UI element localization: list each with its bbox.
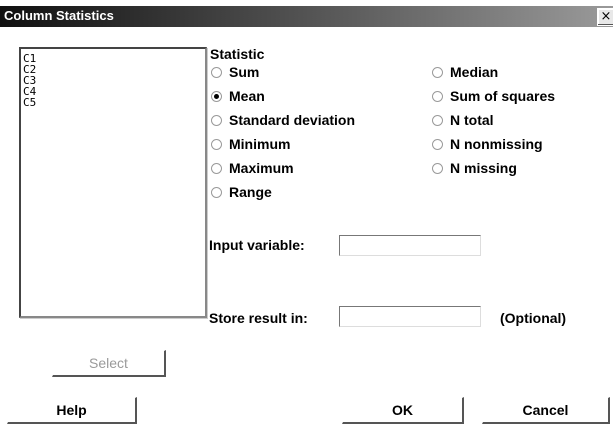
radio-range[interactable]: Range [211,184,272,200]
list-item[interactable]: C2 [21,64,205,75]
store-result-label: Store result in: [209,310,308,326]
radio-minimum[interactable]: Minimum [211,136,290,152]
radio-label: Standard deviation [229,112,356,128]
radio-button[interactable] [432,66,443,78]
radio-label: Maximum [229,160,294,176]
input-variable-field[interactable] [339,235,481,256]
radio-mean[interactable]: Mean [211,88,265,104]
list-item[interactable]: C5 [21,97,205,108]
radio-maximum[interactable]: Maximum [211,160,294,176]
statistic-heading: Statistic [210,46,265,62]
select-button[interactable]: Select [52,350,166,377]
columns-listbox[interactable]: C1 C2 C3 C4 C5 [19,47,207,318]
input-variable-label: Input variable: [209,237,305,253]
optional-hint: (Optional) [500,310,567,326]
close-icon: × [600,9,612,24]
list-item[interactable]: C4 [21,86,205,97]
radio-button[interactable] [211,138,222,150]
radio-label: Mean [229,88,265,104]
radio-button[interactable] [211,162,222,174]
list-item[interactable]: C3 [21,75,205,86]
store-result-field[interactable] [339,306,481,327]
help-button[interactable]: Help [7,397,137,424]
cancel-button[interactable]: Cancel [482,397,610,424]
radio-button[interactable] [211,114,222,126]
title-bar[interactable]: Column Statistics × [0,6,613,27]
radio-button[interactable] [432,138,443,150]
radio-button[interactable] [211,66,222,78]
radio-button[interactable] [432,114,443,126]
ok-button[interactable]: OK [342,397,464,424]
dialog-title: Column Statistics [4,8,114,23]
radio-button[interactable] [211,186,222,198]
radio-label: N missing [450,160,517,176]
column-statistics-dialog: Column Statistics × C1 C2 C3 C4 C5 Stati… [0,0,613,426]
radio-button[interactable] [432,162,443,174]
radio-label: N nonmissing [450,136,543,152]
radio-n-nonmissing[interactable]: N nonmissing [432,136,543,152]
radio-n-total[interactable]: N total [432,112,494,128]
list-item[interactable]: C1 [21,53,205,64]
close-button[interactable]: × [597,8,613,26]
radio-median[interactable]: Median [432,64,498,80]
radio-button[interactable] [211,90,222,102]
radio-sum[interactable]: Sum [211,64,259,80]
radio-label: Median [450,64,499,80]
radio-label: Sum [229,64,260,80]
radio-label: Sum of squares [450,88,556,104]
radio-label: N total [450,112,494,128]
radio-n-missing[interactable]: N missing [432,160,517,176]
radio-label: Minimum [229,136,291,152]
radio-button[interactable] [432,90,443,102]
radio-sum-of-squares[interactable]: Sum of squares [432,88,555,104]
radio-label: Range [229,184,272,200]
radio-standard-deviation[interactable]: Standard deviation [211,112,355,128]
